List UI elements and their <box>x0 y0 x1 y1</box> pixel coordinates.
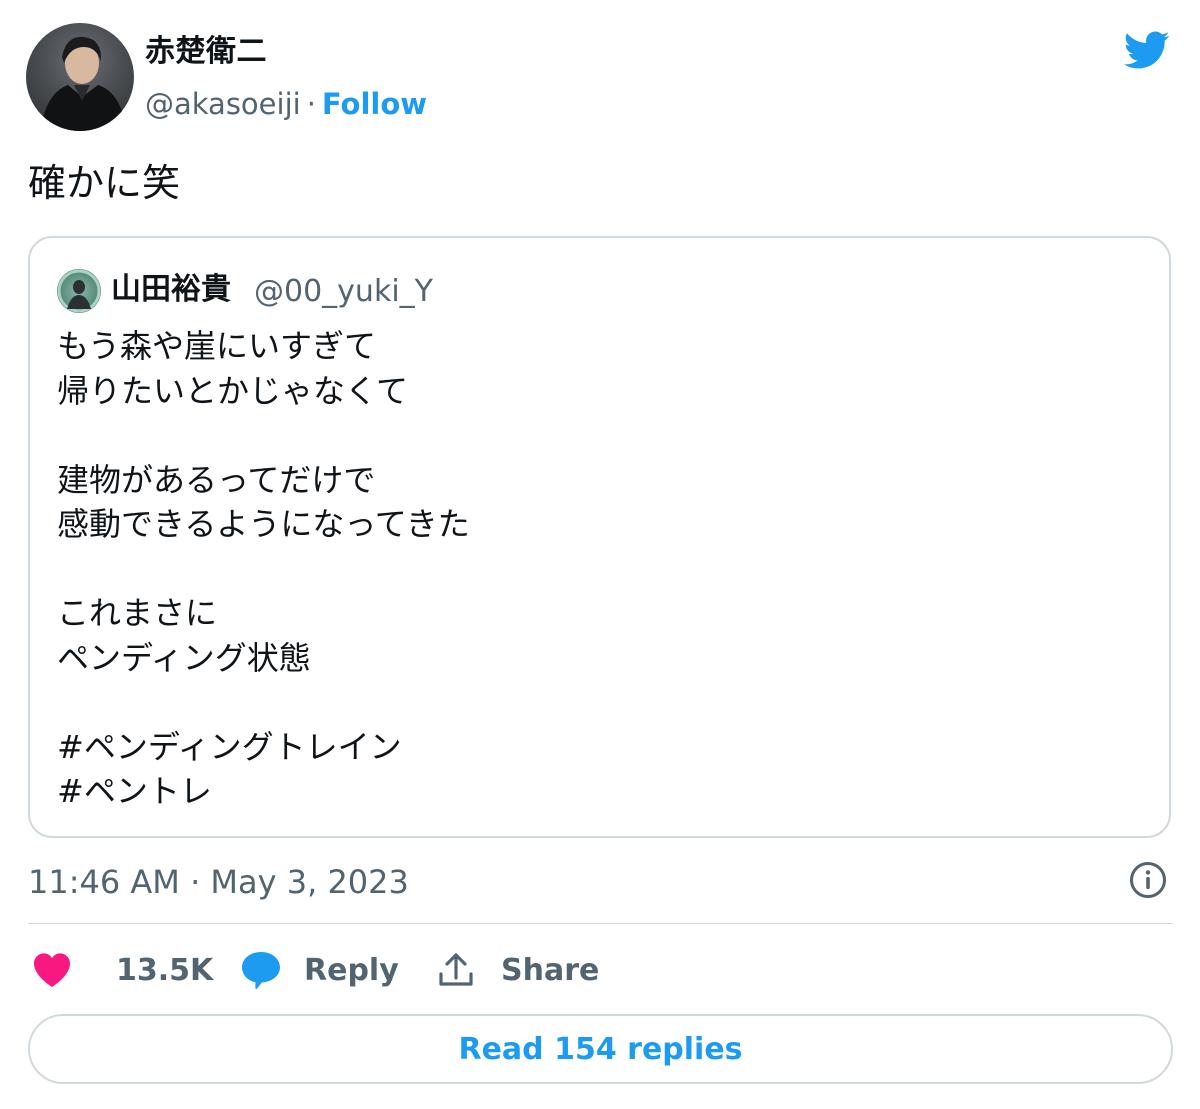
action-divider <box>28 923 1173 924</box>
quoted-author-avatar-image <box>57 269 101 313</box>
like-button[interactable]: 13.5K <box>32 944 213 996</box>
quoted-tweet[interactable]: 山田裕貴 @00_yuki_Y もう森や崖にいすぎて 帰りたいとかじゃなくて 建… <box>28 236 1171 838</box>
info-icon[interactable] <box>1128 860 1168 900</box>
tweet-card: 赤楚衛二 @akasoeiji · Follow 確かに笑 山田裕貴 @00_yuk… <box>0 0 1200 1109</box>
heart-icon <box>34 953 70 987</box>
reply-button[interactable]: Reply <box>240 944 399 996</box>
quoted-author-display-name[interactable]: 山田裕貴 <box>111 270 231 310</box>
author-avatar[interactable] <box>26 23 134 131</box>
author-display-name[interactable]: 赤楚衛二 <box>145 32 267 72</box>
share-label: Share <box>501 952 600 988</box>
reply-label: Reply <box>304 952 399 988</box>
tweet-text: 確かに笑 <box>28 161 181 205</box>
follow-button[interactable]: Follow <box>322 87 427 121</box>
author-handle[interactable]: @akasoeiji <box>145 87 301 121</box>
read-replies-label: Read 154 replies <box>458 1031 743 1067</box>
handle-separator: · <box>306 87 316 121</box>
quoted-author-handle[interactable]: @00_yuki_Y <box>254 272 433 312</box>
share-button[interactable]: Share <box>437 944 599 996</box>
like-count: 13.5K <box>116 952 214 988</box>
twitter-bird-icon[interactable] <box>1118 26 1174 74</box>
quoted-tweet-text: もう森や崖にいすぎて 帰りたいとかじゃなくて 建物があるってだけで 感動できるよ… <box>57 327 470 810</box>
quoted-author-avatar[interactable] <box>57 269 101 313</box>
author-avatar-image <box>40 36 126 131</box>
read-replies-button[interactable]: Read 154 replies <box>28 1014 1173 1084</box>
tweet-timestamp[interactable]: 11:46 AM · May 3, 2023 <box>28 860 409 904</box>
author-meta: @akasoeiji · Follow <box>145 84 427 124</box>
speech-bubble-icon <box>242 952 280 989</box>
upload-icon <box>439 953 473 986</box>
